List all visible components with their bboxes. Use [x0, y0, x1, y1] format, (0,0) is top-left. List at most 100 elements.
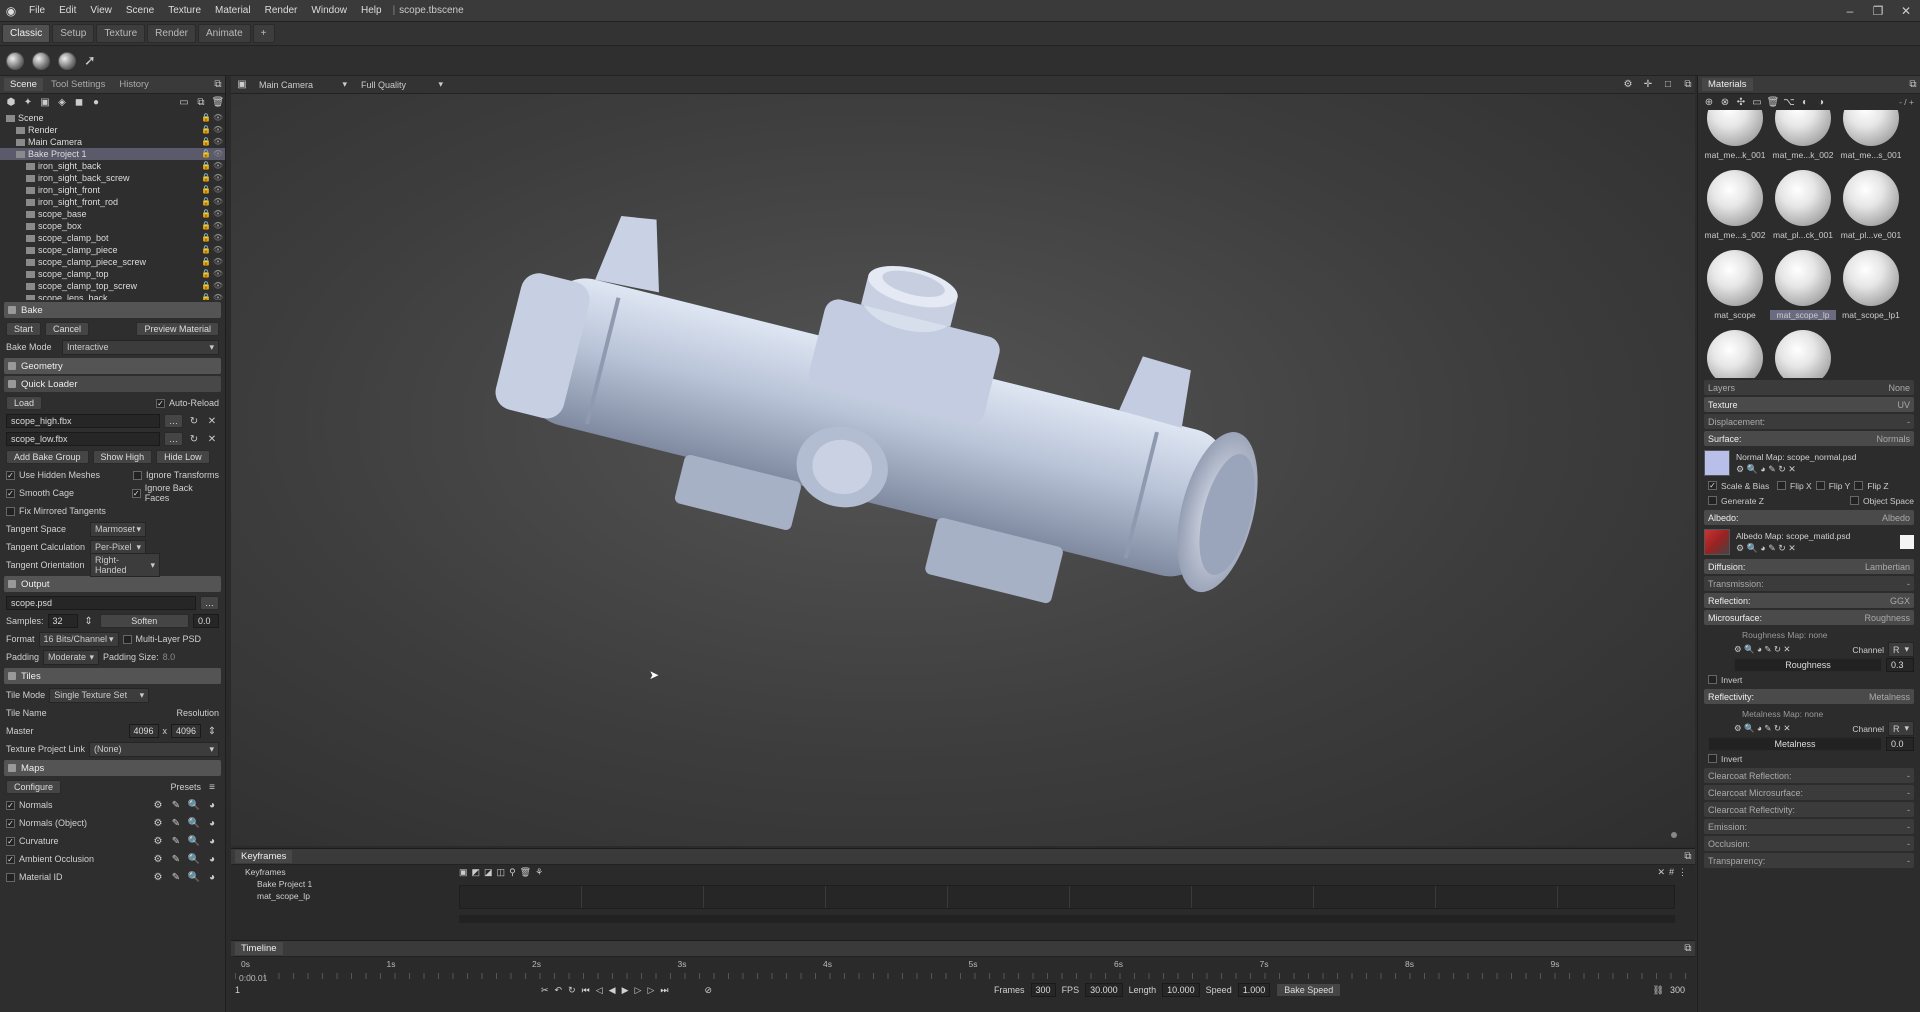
map-item[interactable]: ✓ Curvature ⚙ ✎ 🔍 ◕ — [0, 832, 225, 850]
material-icon[interactable]: ◕ — [205, 836, 219, 847]
texture-section[interactable]: Texture UV — [1704, 397, 1914, 412]
reflectivity-section[interactable]: Reflectivity: Metalness — [1704, 689, 1914, 704]
key-more-icon[interactable]: ⋮ — [1678, 867, 1687, 878]
tree-item[interactable]: iron_sight_back_screw 🔒 👁 — [0, 172, 225, 184]
map-item[interactable]: Material ID ⚙ ✎ 🔍 ◕ — [0, 868, 225, 886]
search-icon[interactable]: 🔍 — [187, 818, 201, 829]
ignore-transforms-checkbox[interactable] — [132, 470, 142, 480]
link-icon[interactable]: ⛓ — [1653, 985, 1664, 996]
material-thumb[interactable] — [1702, 328, 1768, 378]
popout-icon[interactable]: ⧉ — [211, 79, 225, 90]
sphere-tool-1-icon[interactable] — [6, 51, 24, 70]
configure-button[interactable]: Configure — [6, 780, 62, 794]
hidden-meshes-checkbox[interactable]: ✓ — [6, 470, 15, 480]
lock-icon[interactable]: 🔒 — [201, 136, 211, 148]
material-icon[interactable]: ◕ — [205, 818, 219, 829]
next-key-icon[interactable]: ▷ — [647, 985, 654, 996]
next-frame-icon[interactable]: ▷ — [635, 985, 642, 996]
maximize-icon[interactable]: ❐ — [1864, 4, 1892, 18]
eye-icon[interactable]: 👁 — [213, 244, 223, 256]
first-frame-icon[interactable]: ⏮ — [582, 985, 590, 996]
scale-bias-checkbox[interactable]: ✓ — [1708, 481, 1717, 490]
material-thumb[interactable]: mat_pl...ck_001 — [1770, 168, 1836, 246]
cancel-button[interactable]: Cancel — [45, 322, 90, 336]
lock-icon[interactable]: 🔒 — [201, 268, 211, 280]
microsurface-section[interactable]: Microsurface: Roughness — [1704, 610, 1914, 625]
material-tree-icon[interactable]: ⌥ — [1782, 97, 1796, 108]
fix-mirrored-checkbox[interactable] — [6, 506, 15, 516]
multilayer-checkbox[interactable] — [122, 634, 132, 644]
material-delete-icon[interactable]: 🗑 — [1766, 97, 1780, 108]
material-thumb[interactable]: mat_scope_lp — [1770, 248, 1836, 326]
lock-icon[interactable]: 🔒 — [201, 172, 211, 184]
tab-history[interactable]: History — [113, 78, 155, 91]
padding-dropdown[interactable]: Moderate ▾ — [43, 649, 100, 665]
tex-link-dropdown[interactable]: (None) ▾ — [89, 741, 219, 757]
surface-section[interactable]: Surface: Normals — [1704, 431, 1914, 446]
mesh-icon[interactable]: ◈ — [55, 97, 69, 108]
material-icon[interactable]: ◕ — [205, 872, 219, 883]
lock-icon[interactable]: 🔒 — [201, 220, 211, 232]
tab-classic[interactable]: Classic — [2, 24, 51, 43]
gear-icon[interactable]: ⚙ — [151, 854, 165, 865]
cut-icon[interactable]: ✂ — [541, 985, 549, 996]
close-icon[interactable]: ✕ — [1892, 4, 1920, 18]
lock-icon[interactable]: 🔒 — [201, 160, 211, 172]
last-frame-icon[interactable]: ⏭ — [660, 985, 668, 996]
clear-low-icon[interactable]: ✕ — [205, 434, 219, 445]
metalness-slider[interactable]: Metalness — [1708, 736, 1882, 751]
flip-z-checkbox[interactable] — [1854, 481, 1864, 490]
timeline-ruler[interactable]: 0s 1s 2s 3s 4s 5s 6s 7s 8s 9s — [235, 957, 1691, 979]
menu-window[interactable]: Window — [304, 5, 354, 16]
pointer-icon[interactable]: ➚ — [84, 52, 96, 69]
viewport-settings-icon[interactable]: ⚙ — [1621, 79, 1635, 90]
fps-field[interactable]: 30.000 — [1085, 983, 1123, 997]
tab-materials[interactable]: Materials — [1702, 78, 1753, 91]
menu-scene[interactable]: Scene — [119, 5, 161, 16]
gear-icon[interactable]: ⚙ — [151, 818, 165, 829]
materials-popout-icon[interactable]: ⧉ — [1906, 79, 1920, 90]
length-field[interactable]: 10.000 — [1162, 983, 1200, 997]
eye-icon[interactable]: 👁 — [213, 292, 223, 300]
albedo-map-swatch[interactable] — [1704, 529, 1730, 555]
frame-field[interactable]: 1 — [235, 985, 535, 995]
bake-mode-dropdown[interactable]: Interactive ▾ — [62, 339, 219, 355]
soften-slider[interactable]: Soften — [99, 614, 189, 628]
lock-icon[interactable]: 🔒 — [201, 112, 211, 124]
format-dropdown[interactable]: 16 Bits/Channel ▾ — [38, 631, 119, 647]
reload-high-icon[interactable]: ↻ — [187, 416, 201, 427]
eye-icon[interactable]: 👁 — [213, 208, 223, 220]
output-file-field[interactable]: scope.psd — [6, 596, 196, 610]
pencil-icon[interactable]: ✎ — [169, 836, 183, 847]
metalness-invert-checkbox[interactable] — [1708, 754, 1717, 763]
clearcoat-reflection-section[interactable]: Clearcoat Reflection: - — [1704, 768, 1914, 783]
viewport-move-icon[interactable]: ✛ — [1641, 79, 1655, 90]
light-icon[interactable]: ✦ — [21, 97, 35, 108]
tree-item[interactable]: iron_sight_back 🔒 👁 — [0, 160, 225, 172]
frames-field[interactable]: 300 — [1030, 983, 1056, 997]
lock-icon[interactable]: 🔒 — [201, 196, 211, 208]
duplicate-material-icon[interactable]: ⊗ — [1718, 97, 1732, 108]
key-tangent-icon[interactable]: ⚘ — [535, 867, 543, 878]
tangent-space-dropdown[interactable]: Marmoset ▾ — [90, 521, 146, 537]
speed-field[interactable]: 1.000 — [1237, 983, 1271, 997]
menu-file[interactable]: File — [22, 5, 52, 16]
tree-item[interactable]: scope_clamp_piece 🔒 👁 — [0, 244, 225, 256]
sphere-tool-3-icon[interactable] — [58, 51, 76, 70]
gear-icon[interactable]: ⚙ — [151, 872, 165, 883]
add-object-icon[interactable]: ⬢ — [4, 97, 18, 108]
quality-dropdown[interactable]: Full Quality ▾ — [357, 78, 447, 91]
camera-dropdown[interactable]: Main Camera ▾ — [255, 78, 351, 91]
tree-item[interactable]: iron_sight_front_rod 🔒 👁 — [0, 196, 225, 208]
key-linear-icon[interactable]: ◪ — [484, 867, 493, 878]
reflection-section[interactable]: Reflection: GGX — [1704, 593, 1914, 608]
bake-section-header[interactable]: Bake — [4, 302, 221, 318]
material-icon[interactable]: ● — [89, 97, 103, 108]
viewport-frame-icon[interactable]: □ — [1661, 79, 1675, 90]
lock-icon[interactable]: 🔒 — [201, 124, 211, 136]
pencil-icon[interactable]: ✎ — [169, 800, 183, 811]
eye-icon[interactable]: 👁 — [213, 172, 223, 184]
material-thumb[interactable] — [1770, 328, 1836, 378]
occlusion-section[interactable]: Occlusion: - — [1704, 836, 1914, 851]
minimize-icon[interactable]: – — [1836, 4, 1864, 18]
